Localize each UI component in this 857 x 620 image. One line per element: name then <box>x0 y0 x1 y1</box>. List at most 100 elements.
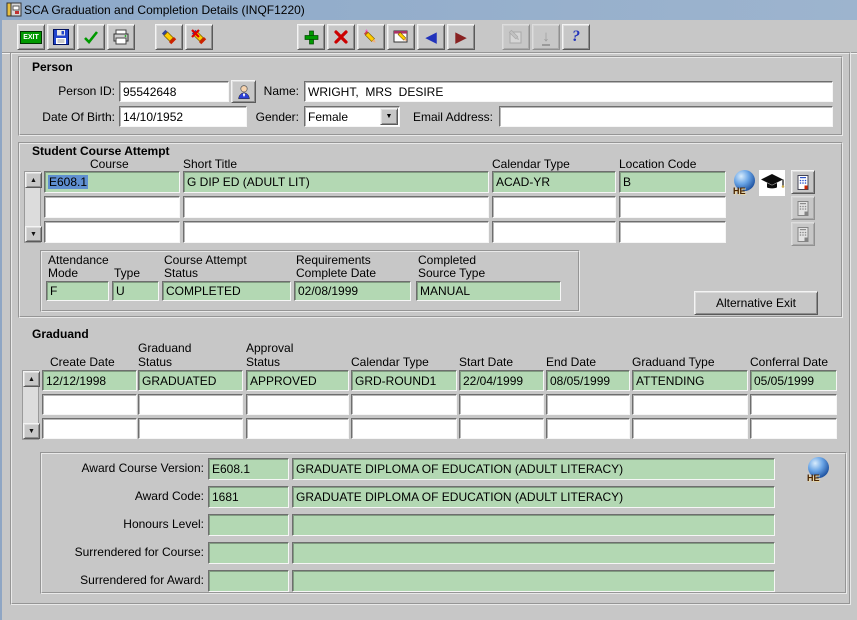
graduand-status-field[interactable] <box>138 418 243 439</box>
award-code-desc-field[interactable]: GRADUATE DIPLOMA OF EDUCATION (ADULT LIT… <box>292 486 775 508</box>
sca-course-field[interactable] <box>44 196 180 218</box>
surrendered-for-course-desc-field[interactable] <box>292 542 775 564</box>
next-block-button[interactable]: ▶ <box>447 24 475 50</box>
sca-col-location-code: Location Code <box>619 157 696 171</box>
scroll-up-icon[interactable]: ▲ <box>25 172 42 188</box>
start-date-field[interactable]: 22/04/1999 <box>459 370 544 391</box>
help-icon: ? <box>572 29 580 45</box>
start-date-field[interactable] <box>459 394 544 415</box>
end-date-field[interactable]: 08/05/1999 <box>546 370 630 391</box>
approval-status-field[interactable]: APPROVED <box>246 370 349 391</box>
sca-scrollbar[interactable]: ▲ ▼ <box>24 171 41 243</box>
checkmark-icon <box>82 28 100 46</box>
edit-field-button[interactable] <box>387 24 415 50</box>
edit-disabled-button <box>502 24 530 50</box>
scroll-down-icon[interactable]: ▼ <box>23 423 40 439</box>
update-record-button[interactable] <box>357 24 385 50</box>
sca-section-label: Student Course Attempt <box>32 144 170 158</box>
alternative-exit-button[interactable]: Alternative Exit <box>694 291 818 315</box>
mode-header: Mode <box>48 266 78 280</box>
start-date-header: Start Date <box>459 355 513 369</box>
create-date-field[interactable] <box>42 394 137 415</box>
sca-course-field[interactable]: E608.1 <box>44 171 180 193</box>
start-date-field[interactable] <box>459 418 544 439</box>
sca-calendar-type-field[interactable]: ACAD-YR <box>492 171 616 193</box>
honours-level-desc-field[interactable] <box>292 514 775 536</box>
scroll-up-icon[interactable]: ▲ <box>23 371 40 387</box>
attendance-type-field[interactable]: U <box>112 281 159 301</box>
chevron-down-icon[interactable]: ▼ <box>380 108 398 125</box>
sca-course-field[interactable] <box>44 221 180 243</box>
sca-short-title-field[interactable] <box>183 196 489 218</box>
gender-select[interactable]: Female ▼ <box>304 106 400 127</box>
approval-status-field[interactable] <box>246 418 349 439</box>
award-course-version-desc-field[interactable]: GRADUATE DIPLOMA OF EDUCATION (ADULT LIT… <box>292 458 775 480</box>
sca-location-code-field[interactable] <box>619 221 726 243</box>
sca-course-value: E608.1 <box>48 175 88 189</box>
sca-location-code-field[interactable] <box>619 196 726 218</box>
dob-field[interactable]: 14/10/1952 <box>119 106 247 127</box>
end-date-field[interactable] <box>546 394 630 415</box>
person-id-field[interactable]: 95542648 <box>119 81 229 102</box>
requirements-complete-date-field[interactable]: 02/08/1999 <box>294 281 411 301</box>
insert-record-button[interactable] <box>297 24 325 50</box>
title-bar[interactable]: SCA Graduation and Completion Details (I… <box>2 0 857 20</box>
sca-short-title-field[interactable]: G DIP ED (ADULT LIT) <box>183 171 489 193</box>
completed-source-type-field[interactable]: MANUAL <box>416 281 561 301</box>
graduand-status-field[interactable]: GRADUATED <box>138 370 243 391</box>
cancel-query-icon <box>190 28 208 46</box>
graduand-status-field[interactable] <box>138 394 243 415</box>
help-button[interactable]: ? <box>562 24 590 50</box>
application-window: SCA Graduation and Completion Details (I… <box>0 0 857 620</box>
note-button-1[interactable] <box>791 170 815 194</box>
sca-location-code-field[interactable]: B <box>619 171 726 193</box>
graduand-section-label: Graduand <box>32 327 89 341</box>
delete-record-button[interactable] <box>327 24 355 50</box>
graduand-type-field[interactable] <box>632 418 748 439</box>
conferral-date-field[interactable] <box>750 418 837 439</box>
conferral-date-field[interactable]: 05/05/1999 <box>750 370 837 391</box>
sca-calendar-type-field[interactable] <box>492 221 616 243</box>
requirements-header: Requirements <box>296 253 371 267</box>
create-date-field[interactable]: 12/12/1998 <box>42 370 137 391</box>
dob-label: Date Of Birth: <box>22 110 115 124</box>
graduand-type-field[interactable]: ATTENDING <box>632 370 748 391</box>
cancel-query-button[interactable] <box>185 24 213 50</box>
exit-button[interactable]: EXIT <box>17 24 45 50</box>
sca-calendar-type-field[interactable] <box>492 196 616 218</box>
approval-status-field[interactable] <box>246 394 349 415</box>
scroll-down-icon[interactable]: ▼ <box>25 226 42 242</box>
award-code-field[interactable]: 1681 <box>208 486 289 508</box>
calendar-type-field[interactable] <box>351 418 457 439</box>
accept-button[interactable] <box>77 24 105 50</box>
end-date-field[interactable] <box>546 418 630 439</box>
right-arrow-icon: ▶ <box>455 30 467 45</box>
sca-short-title-field[interactable] <box>183 221 489 243</box>
surrendered-for-award-desc-field[interactable] <box>292 570 775 592</box>
award-course-version-code-field[interactable]: E608.1 <box>208 458 289 480</box>
email-field[interactable] <box>499 106 833 127</box>
award-code-label: Award Code: <box>42 489 204 503</box>
enter-query-button[interactable] <box>155 24 183 50</box>
surrendered-for-award-code-field[interactable] <box>208 570 289 592</box>
graduand-scrollbar[interactable]: ▲ ▼ <box>22 370 39 440</box>
note-icon <box>795 200 811 217</box>
note-icon <box>795 226 811 243</box>
note-icon <box>795 174 811 191</box>
conferral-date-field[interactable] <box>750 394 837 415</box>
create-date-field[interactable] <box>42 418 137 439</box>
graduand-status-header-1: Graduand <box>138 341 191 355</box>
honours-level-code-field[interactable] <box>208 514 289 536</box>
calendar-type-header: Calendar Type <box>351 355 429 369</box>
calendar-type-field[interactable]: GRD-ROUND1 <box>351 370 457 391</box>
save-button[interactable] <box>47 24 75 50</box>
print-button[interactable] <box>107 24 135 50</box>
name-field[interactable]: WRIGHT, MRS DESIRE <box>304 81 833 102</box>
graduand-type-field[interactable] <box>632 394 748 415</box>
calendar-type-field[interactable] <box>351 394 457 415</box>
completed-header: Completed <box>418 253 476 267</box>
attendance-mode-field[interactable]: F <box>46 281 109 301</box>
course-attempt-status-field[interactable]: COMPLETED <box>162 281 291 301</box>
surrendered-for-course-code-field[interactable] <box>208 542 289 564</box>
previous-block-button[interactable]: ◀ <box>417 24 445 50</box>
